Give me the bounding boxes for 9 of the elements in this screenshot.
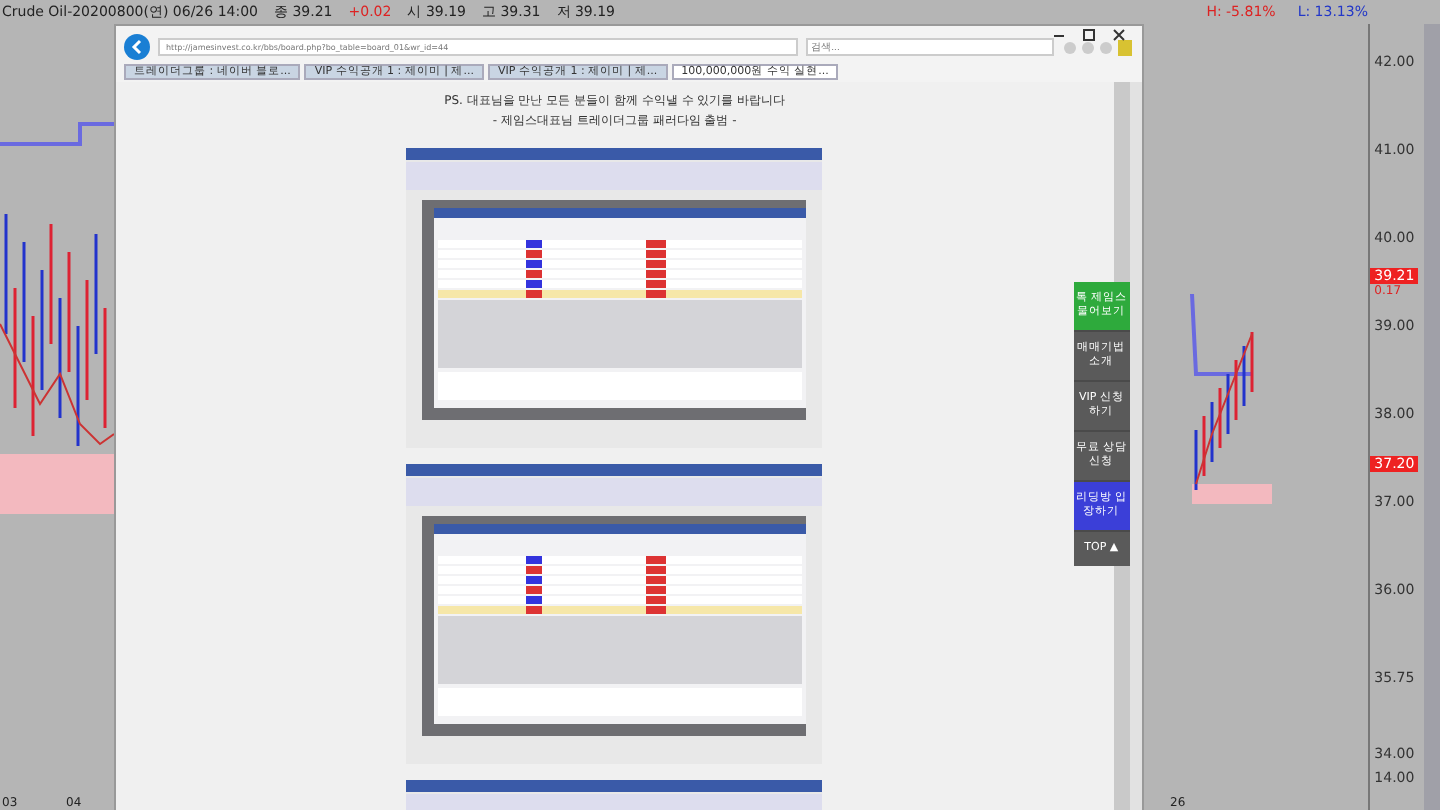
price-band — [0, 454, 114, 514]
back-icon — [124, 34, 150, 60]
scrollbar[interactable] — [1129, 82, 1142, 810]
window-controls-icon — [1049, 28, 1130, 42]
band-line — [0, 122, 114, 146]
toolbar-icons — [1061, 39, 1134, 55]
band-line — [1189, 294, 1252, 376]
moving-average-line — [0, 323, 114, 446]
price-band — [1191, 484, 1272, 504]
